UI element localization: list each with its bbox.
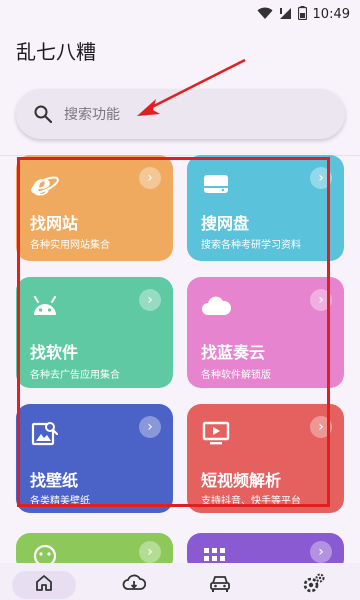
- card-subtitle: 各类精美壁纸: [30, 496, 90, 507]
- card-find-website[interactable]: e › 找网站 各种实用网站集合: [16, 155, 173, 261]
- card-title: 找网站: [30, 214, 79, 233]
- card-find-software[interactable]: › 找软件 各种去广告应用集合: [16, 277, 173, 388]
- cloud-download-icon: [122, 573, 147, 597]
- card-find-wallpaper[interactable]: › 找壁纸 各类精美壁纸: [16, 404, 173, 513]
- bottom-nav: [0, 563, 360, 600]
- chevron-right-icon[interactable]: ›: [310, 289, 332, 311]
- chevron-right-icon[interactable]: ›: [139, 167, 161, 189]
- card-title: 找蓝奏云: [201, 343, 266, 362]
- svg-text:e: e: [32, 169, 51, 199]
- card-subtitle: 各种去广告应用集合: [30, 370, 120, 381]
- card-title: 找壁纸: [30, 471, 79, 490]
- page-title: 乱七八糟: [16, 40, 96, 64]
- card-search-netdisk[interactable]: › 搜网盘 搜索各种考研学习资料: [187, 155, 344, 261]
- chevron-right-icon[interactable]: ›: [310, 416, 332, 438]
- card-title: 短视频解析: [201, 471, 282, 490]
- status-bar: 10:49: [0, 0, 360, 28]
- nav-cloud-download[interactable]: [102, 571, 166, 599]
- nav-home[interactable]: [12, 571, 76, 599]
- chevron-right-icon[interactable]: ›: [139, 289, 161, 311]
- search-icon: [32, 103, 54, 125]
- status-time: 10:49: [312, 7, 350, 22]
- card-subtitle: 支持抖音、快手等平台: [201, 496, 301, 507]
- search-placeholder: 搜索功能: [64, 107, 120, 123]
- settings-icon: [302, 572, 326, 598]
- card-subtitle: 各种实用网站集合: [30, 240, 110, 251]
- battery-icon: [297, 5, 307, 24]
- wifi-icon: [257, 5, 273, 24]
- image-search-icon: [30, 418, 60, 448]
- card-title: 找软件: [30, 343, 79, 362]
- chevron-right-icon[interactable]: ›: [139, 541, 161, 563]
- home-icon: [34, 573, 54, 597]
- chevron-right-icon[interactable]: ›: [310, 167, 332, 189]
- ie-icon: e: [30, 169, 60, 199]
- nav-settings[interactable]: [282, 571, 346, 599]
- android-icon: [30, 291, 60, 321]
- cloud-icon: [201, 291, 231, 321]
- status-icons: 10:49: [257, 5, 350, 24]
- chevron-right-icon[interactable]: ›: [310, 541, 332, 563]
- nav-car[interactable]: [188, 571, 252, 599]
- chevron-right-icon[interactable]: ›: [139, 416, 161, 438]
- card-subtitle: 搜索各种考研学习资料: [201, 240, 301, 251]
- card-find-lanzou[interactable]: › 找蓝奏云 各种软件解锁版: [187, 277, 344, 388]
- card-title: 搜网盘: [201, 214, 250, 233]
- drive-icon: [201, 169, 231, 199]
- search-bar[interactable]: 搜索功能: [16, 89, 345, 139]
- signal-icon: [279, 5, 292, 24]
- tv-icon: [201, 418, 231, 448]
- car-icon: [208, 573, 232, 597]
- card-short-video-parse[interactable]: › 短视频解析 支持抖音、快手等平台: [187, 404, 344, 513]
- card-subtitle: 各种软件解锁版: [201, 370, 271, 381]
